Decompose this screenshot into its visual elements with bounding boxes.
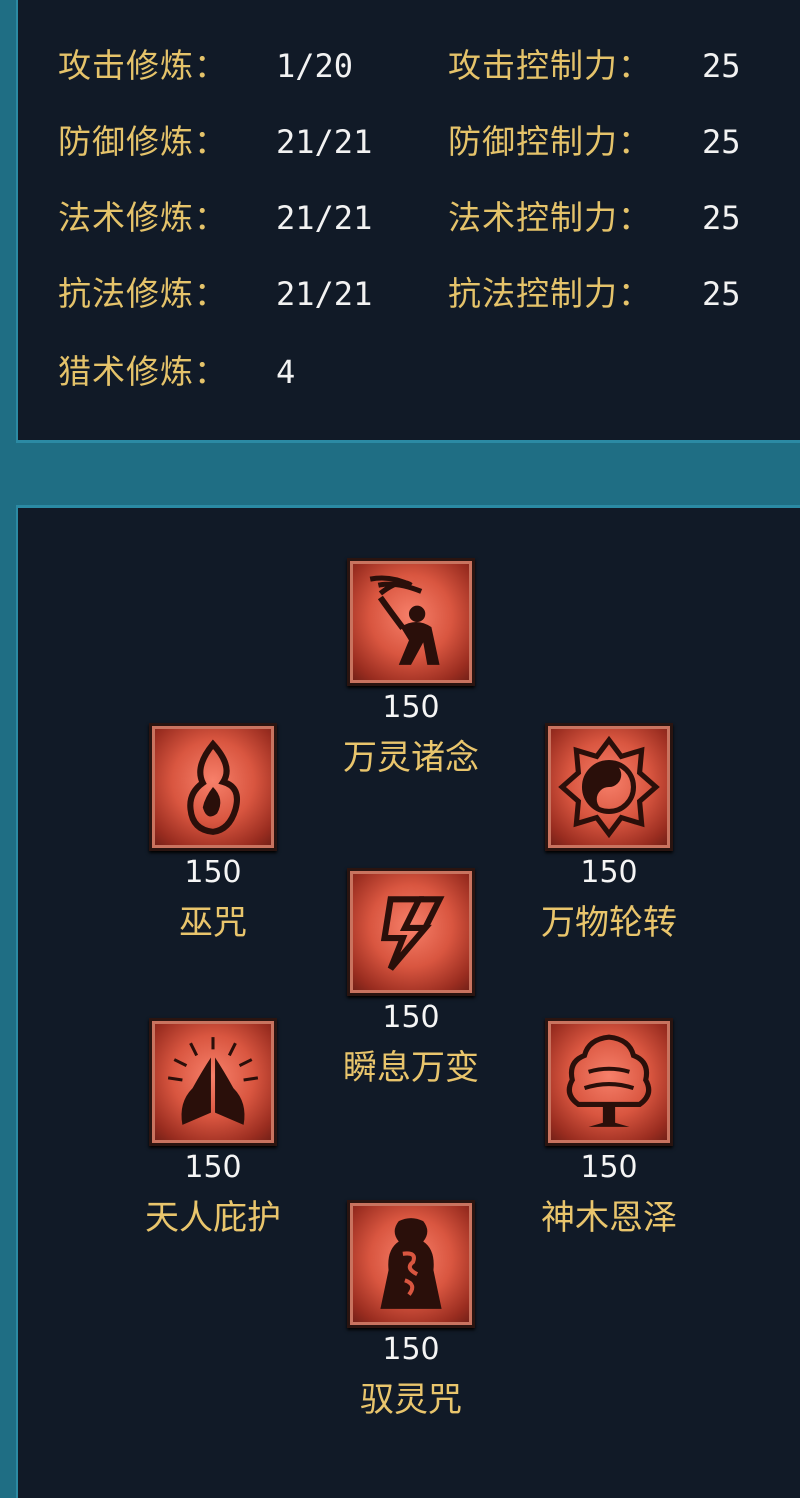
skill-level: 150 (184, 1150, 242, 1185)
stat-label: 抗法控制力： (448, 274, 652, 313)
skill-yuling-zhou[interactable]: 150 驭灵咒 (311, 1200, 511, 1422)
attack-control-value-wrap: 25 (702, 46, 741, 86)
skills-panel: 150 万灵诸念 150 巫咒 150 万物轮转 150 瞬息万变 150 天人… (16, 505, 800, 1498)
skill-level: 150 (580, 1150, 638, 1185)
resist-training-value-wrap: 21/21 (276, 274, 372, 314)
defense-control-row: 防御控制力： (448, 122, 652, 162)
stat-label: 抗法修炼： (58, 274, 228, 313)
skill-name: 万灵诸念 (343, 738, 479, 778)
stat-value: 25 (702, 47, 741, 85)
stat-value: 21/21 (276, 275, 373, 313)
skill-icon-frame[interactable] (545, 1018, 673, 1146)
skill-shunxi-wanbian[interactable]: 150 瞬息万变 (311, 868, 511, 1090)
attack-training-value-wrap: 1/20 (276, 46, 353, 86)
magic-control-value-wrap: 25 (702, 198, 741, 238)
skill-name: 巫咒 (179, 903, 247, 943)
cultivation-panel: 攻击修炼： 1/20 攻击控制力： 25 防御修炼： 21/21 防御控制力： … (16, 0, 800, 443)
skill-shenmu-enze[interactable]: 150 神木恩泽 (509, 1018, 709, 1240)
skill-icon-frame[interactable] (545, 723, 673, 851)
skill-icon-frame[interactable] (149, 1018, 277, 1146)
stat-label: 攻击控制力： (448, 46, 652, 85)
resist-training-row: 抗法修炼： (58, 274, 228, 314)
stat-value: 25 (702, 123, 741, 161)
skill-name: 瞬息万变 (343, 1048, 479, 1088)
skill-icon-frame[interactable] (347, 558, 475, 686)
skill-level: 150 (580, 855, 638, 890)
hunting-training-value-wrap: 4 (276, 352, 295, 392)
skill-wuzhou[interactable]: 150 巫咒 (113, 723, 313, 945)
skill-level: 150 (382, 1332, 440, 1367)
defense-control-value-wrap: 25 (702, 122, 741, 162)
skill-wanling-zhunian[interactable]: 150 万灵诸念 (311, 558, 511, 780)
skill-wanwu-lunzhuan[interactable]: 150 万物轮转 (509, 723, 709, 945)
stat-value: 1/20 (276, 47, 354, 85)
stat-label: 防御修炼： (58, 122, 228, 161)
stat-value: 4 (276, 353, 296, 391)
kneeling-figure-icon (369, 575, 440, 665)
skill-level: 150 (382, 690, 440, 725)
praying-hands-icon (167, 1037, 259, 1125)
magic-training-row: 法术修炼： (58, 198, 228, 238)
skill-level: 150 (382, 1000, 440, 1035)
stat-value: 25 (702, 199, 741, 237)
spirit-totem-icon (380, 1218, 442, 1309)
skill-tianren-bihu[interactable]: 150 天人庇护 (113, 1018, 313, 1240)
skill-name: 驭灵咒 (360, 1380, 462, 1420)
stat-label: 法术控制力： (448, 198, 652, 237)
yin-yang-icon (558, 736, 660, 838)
hunting-training-row: 猎术修炼： (58, 352, 228, 392)
magic-training-value-wrap: 21/21 (276, 198, 372, 238)
stat-value: 21/21 (276, 123, 373, 161)
resist-control-value-wrap: 25 (702, 274, 741, 314)
stat-value: 25 (702, 275, 741, 313)
stat-label: 攻击修炼： (58, 46, 228, 85)
magic-control-row: 法术控制力： (448, 198, 652, 238)
stat-label: 防御控制力： (448, 122, 652, 161)
stat-label: 猎术修炼： (58, 352, 228, 391)
attack-training-row: 攻击修炼： (58, 46, 228, 86)
tree-icon (566, 1034, 652, 1127)
attack-control-row: 攻击控制力： (448, 46, 652, 86)
skill-icon-frame[interactable] (347, 868, 475, 996)
skill-icon-frame[interactable] (347, 1200, 475, 1328)
skill-name: 天人庇护 (145, 1198, 281, 1238)
skill-name: 神木恩泽 (541, 1198, 677, 1238)
stat-label: 法术修炼： (58, 198, 228, 237)
skill-name: 万物轮转 (541, 903, 677, 943)
stat-value: 21/21 (276, 199, 373, 237)
defense-training-row: 防御修炼： (58, 122, 228, 162)
flame-icon (187, 739, 241, 835)
resist-control-row: 抗法控制力： (448, 274, 652, 314)
lightning-icon (380, 896, 445, 971)
defense-training-value-wrap: 21/21 (276, 122, 372, 162)
skill-level: 150 (184, 855, 242, 890)
skill-icon-frame[interactable] (149, 723, 277, 851)
